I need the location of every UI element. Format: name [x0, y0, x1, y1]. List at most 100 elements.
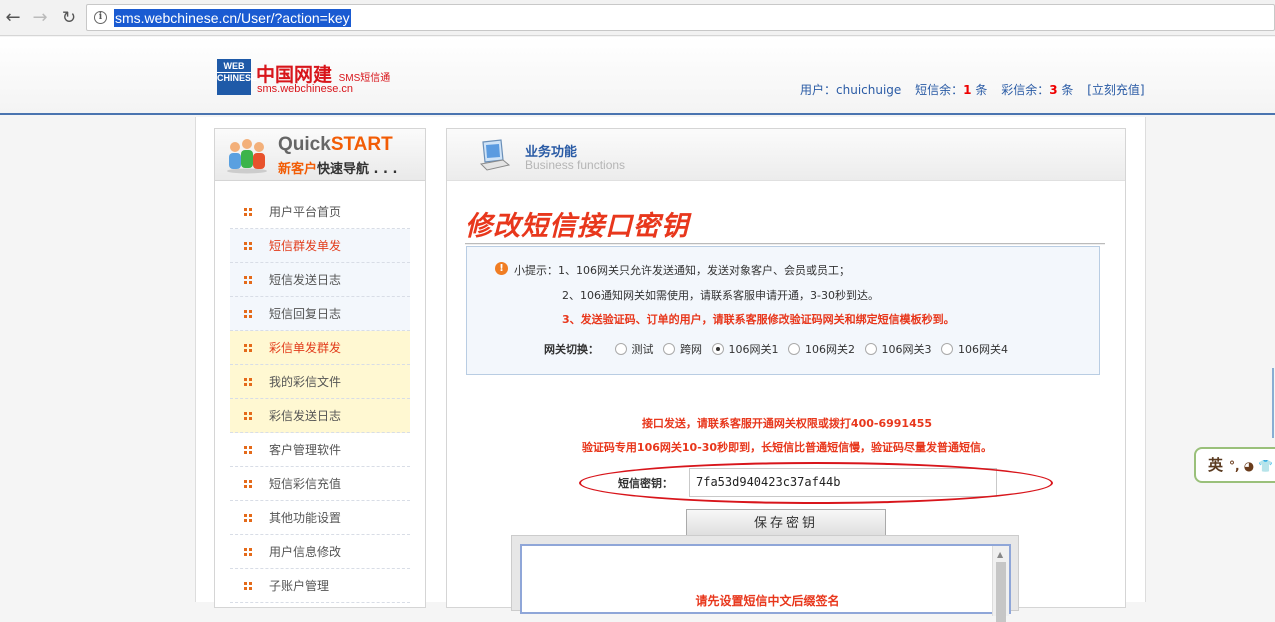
scroll-thumb[interactable]	[996, 562, 1006, 622]
user-info: 用户：chuichuige 短信余：1 条 彩信余：3 条 [立刻充值]	[800, 81, 1145, 98]
bullet-icon	[244, 276, 252, 284]
ime-toolbar[interactable]: 英 °, ◕ 👕	[1194, 447, 1275, 483]
gateway-radio-test[interactable]	[614, 343, 627, 355]
gateway-radio-106-3[interactable]	[864, 343, 877, 355]
bullet-icon	[244, 344, 252, 352]
browser-toolbar: ← → ↻ i sms.webchinese.cn/User/?action=k…	[0, 0, 1275, 36]
quickstart-start: START	[330, 134, 393, 155]
sidebar-item-subaccounts[interactable]: 子账户管理	[230, 569, 410, 603]
quickstart-sub-dark: 快速导航 . . .	[317, 162, 398, 177]
gateway-radio-106-1[interactable]	[711, 343, 724, 355]
sidebar-item-profile[interactable]: 用户信息修改	[230, 535, 410, 569]
gateway-radio-106-2[interactable]	[788, 343, 800, 355]
sidebar-item-mms-files[interactable]: 我的彩信文件	[230, 365, 410, 399]
quickstart-title: QuickSTART	[278, 134, 393, 156]
quickstart-quick: Quick	[278, 134, 331, 155]
page-title: 修改短信接口密钥	[465, 211, 689, 242]
sms-label: 短信余：	[915, 83, 964, 97]
sidebar-item-sms-log[interactable]: 短信发送日志	[230, 263, 410, 297]
tip-line-3: 3、发送验证码、订单的用户，请联系客服修改验证码网关和绑定短信模板秒到。	[562, 313, 955, 326]
main-panel: 业务功能 Business functions 修改短信接口密钥 ! 小提示：1…	[446, 128, 1126, 622]
signature-frame: 请先设置短信中文后缀签名 ▲	[511, 535, 1019, 622]
sms-key-input[interactable]: 7fa53d940423c37af44b	[689, 468, 997, 497]
url-text[interactable]: sms.webchinese.cn/User/?action=key	[114, 9, 351, 27]
sidebar-item-label: 彩信单发群发	[269, 341, 342, 355]
laptop-icon	[479, 139, 511, 171]
gateway-radio-106-4[interactable]	[941, 343, 953, 355]
sidebar-item-recharge[interactable]: 短信彩信充值	[230, 467, 410, 501]
edge-divider	[1272, 368, 1274, 438]
tips-box: ! 小提示：1、106网关只允许发送通知，发送对象客户、会员或员工； 2、106…	[466, 246, 1100, 375]
sidebar-item-label: 用户平台首页	[269, 205, 342, 219]
quickstart-header: QuickSTART 新客户快速导航 . . .	[215, 129, 425, 181]
sidebar-item-mms-log[interactable]: 彩信发送日志	[230, 399, 410, 433]
reload-icon[interactable]: ↻	[58, 7, 80, 29]
sidebar-item-sms-send[interactable]: 短信群发单发	[230, 229, 410, 263]
logo-icon[interactable]: WEB CHINESE	[217, 59, 257, 95]
tip-line-1: 小提示：1、106网关只允许发送通知，发送对象客户、会员或员工；	[514, 264, 850, 277]
sidebar-item-label: 子账户管理	[269, 579, 330, 593]
page-container: QuickSTART 新客户快速导航 . . . 用户平台首页 短信群发单发 短…	[195, 117, 1146, 622]
key-label: 短信密钥：	[618, 477, 673, 490]
signature-notice: 请先设置短信中文后缀签名	[695, 594, 840, 608]
bullet-icon	[244, 582, 252, 590]
gateway-label: 网关切换：	[544, 343, 599, 356]
sidebar: QuickSTART 新客户快速导航 . . . 用户平台首页 短信群发单发 短…	[214, 128, 426, 608]
bullet-icon	[244, 412, 252, 420]
logo-box-bottom: CHINESE	[217, 73, 258, 83]
mms-count: 3	[1049, 83, 1058, 97]
ime-extra-icons[interactable]: °, ◕ 👕	[1229, 459, 1273, 473]
address-bar[interactable]: i sms.webchinese.cn/User/?action=key	[86, 4, 1275, 31]
bullet-icon	[244, 242, 252, 250]
notice-line-2: 验证码专用106网关10-30秒即到，长短信比普通短信慢，验证码尽量发普通短信。	[581, 441, 993, 454]
scroll-up-arrow-icon[interactable]: ▲	[997, 550, 1003, 559]
info-icon[interactable]: i	[94, 11, 107, 24]
sidebar-item-mms-send[interactable]: 彩信单发群发	[230, 331, 410, 365]
site-header: WEB CHINESE 中国网建 SMS短信通 sms.webchinese.c…	[0, 37, 1275, 115]
sidebar-item-settings[interactable]: 其他功能设置	[230, 501, 410, 535]
sms-unit: 条	[975, 83, 988, 97]
mms-label: 彩信余：	[1001, 83, 1050, 97]
user-label: 用户：	[800, 83, 837, 97]
gateway-option-label: 跨网	[680, 343, 702, 356]
quickstart-sub-orange: 新客户	[278, 162, 318, 177]
scrollbar[interactable]: ▲	[992, 546, 1009, 622]
sidebar-item-label: 用户信息修改	[269, 545, 342, 559]
bullet-icon	[244, 378, 252, 386]
title-divider	[465, 243, 1105, 245]
recharge-link[interactable]: [立刻充值]	[1087, 83, 1144, 97]
people-icon	[227, 139, 267, 174]
bullet-icon	[244, 446, 252, 454]
gateway-option-label: 106网关2	[805, 343, 855, 356]
notice-line-1: 接口发送，请联系客服开通网关权限或拨打400-6991455	[641, 417, 933, 430]
sidebar-item-label: 其他功能设置	[269, 511, 342, 525]
forward-arrow-icon[interactable]: →	[29, 7, 51, 29]
mms-unit: 条	[1061, 83, 1074, 97]
warning-icon: !	[495, 262, 508, 275]
sidebar-item-label: 客户管理软件	[269, 443, 342, 457]
gateway-radio-crossnet[interactable]	[663, 343, 675, 355]
gateway-switch: 网关切换： 测试 跨网 106网关1 106网关2 106网关3 106网关4	[544, 341, 1008, 357]
sidebar-menu: 用户平台首页 短信群发单发 短信发送日志 短信回复日志 彩信单发群发 我的彩信文…	[230, 195, 410, 603]
back-arrow-icon[interactable]: ←	[2, 7, 24, 29]
signature-textarea[interactable]: 请先设置短信中文后缀签名 ▲	[520, 544, 1011, 622]
gateway-option-label: 106网关4	[958, 343, 1008, 356]
gateway-option-label: 106网关3	[881, 343, 932, 356]
bullet-icon	[244, 480, 252, 488]
sidebar-item-label: 短信彩信充值	[269, 477, 342, 491]
gateway-option-label: 106网关1	[728, 343, 779, 356]
sms-count: 1	[963, 83, 972, 97]
sidebar-item-label: 短信发送日志	[269, 273, 342, 287]
sidebar-item-label: 我的彩信文件	[269, 375, 342, 389]
bullet-icon	[244, 548, 252, 556]
logo-domain: sms.webchinese.cn	[257, 83, 353, 95]
main-header: 业务功能 Business functions	[447, 129, 1125, 181]
sidebar-item-label: 短信回复日志	[269, 307, 342, 321]
gateway-option-label: 测试	[631, 343, 654, 356]
quickstart-subtitle: 新客户快速导航 . . .	[278, 158, 397, 177]
ime-language-label[interactable]: 英	[1208, 456, 1223, 474]
sidebar-item-sms-reply[interactable]: 短信回复日志	[230, 297, 410, 331]
sidebar-item-home[interactable]: 用户平台首页	[230, 195, 410, 229]
sidebar-item-crm[interactable]: 客户管理软件	[230, 433, 410, 467]
bullet-icon	[244, 514, 252, 522]
